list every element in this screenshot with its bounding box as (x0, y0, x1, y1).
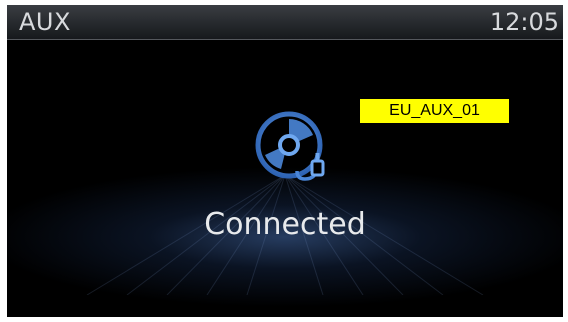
status-bar: AUX 12:05 (7, 5, 563, 40)
screen-code-label: EU_AUX_01 (360, 99, 509, 123)
clock: 12:05 (489, 8, 559, 36)
source-title: AUX (19, 8, 71, 36)
head-unit-screen: AUX 12:05 Connected EU_AUX_01 (7, 5, 563, 317)
aux-disc-plug-icon (255, 111, 325, 181)
connection-status: Connected (204, 207, 366, 242)
